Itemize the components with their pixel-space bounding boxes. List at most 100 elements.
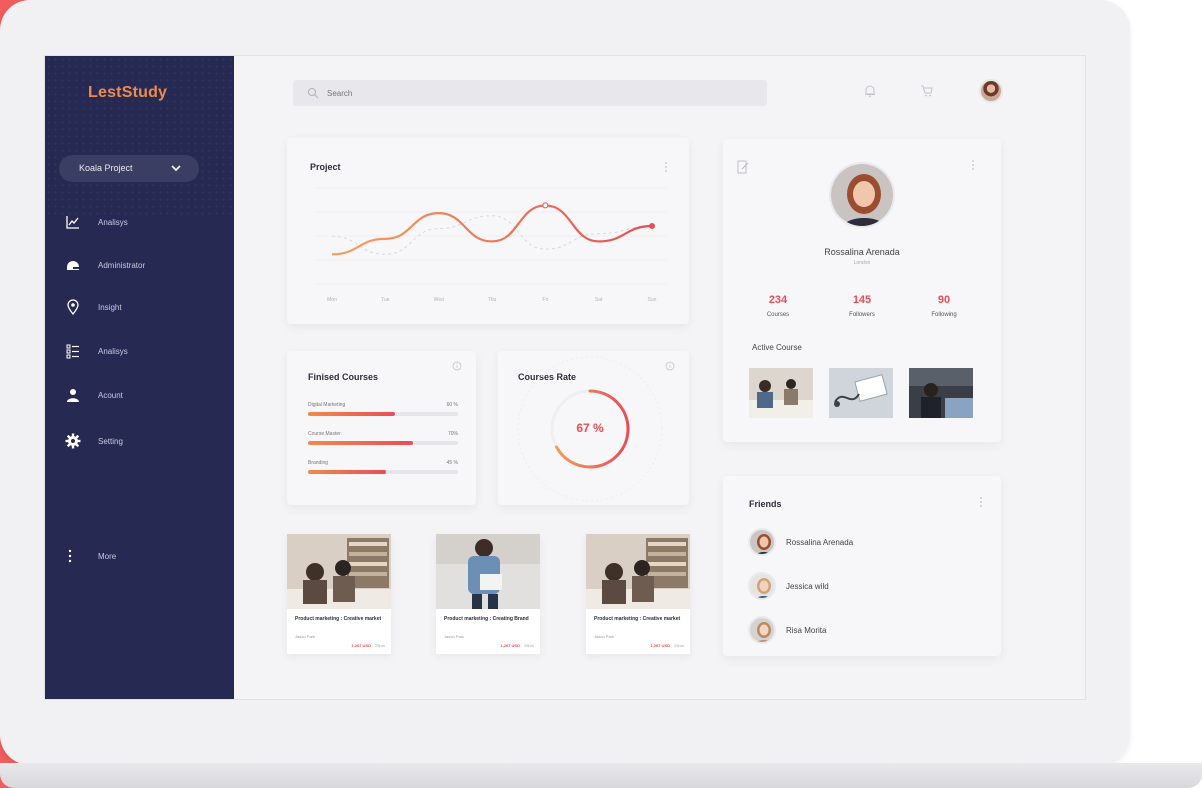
app-logo[interactable]: LestStudy — [88, 84, 167, 102]
sidebar-item-label: Administrator — [98, 261, 146, 270]
courses-rate-value: 67 % — [576, 421, 604, 435]
course-price: 1,267 USD — [650, 643, 670, 648]
progress-track — [308, 470, 458, 474]
sidebar-item-setting[interactable]: Setting — [65, 433, 215, 453]
active-course-title: Active Course — [752, 343, 802, 352]
user-avatar[interactable] — [979, 79, 1003, 103]
stat-courses: 234 Courses — [743, 294, 813, 318]
active-course-thumbnail[interactable] — [749, 368, 813, 418]
project-line-chart: Mon Tue Wed Thu Fri Sat Sun — [315, 187, 667, 303]
chart-line-icon — [66, 216, 79, 229]
progress-label: Course Master — [308, 431, 341, 437]
chart-series-line-1 — [331, 215, 653, 255]
active-course-thumbnail[interactable] — [909, 368, 973, 418]
sidebar: LestStudy Koala Project Analisys Adminis… — [45, 56, 234, 699]
stat-label: Following — [931, 312, 957, 318]
sidebar-item-analisys[interactable]: Analisys — [65, 214, 215, 234]
course-tile[interactable]: Product marketing : Creating Brand Jason… — [436, 534, 540, 654]
sidebar-item-label: Acount — [98, 391, 123, 400]
sidebar-item-label: Analisys — [98, 347, 128, 356]
course-duration: 25hrs — [673, 643, 684, 648]
friends-card: Friends Rossalina Arenada Jessica wild R… — [723, 476, 1001, 656]
info-icon[interactable] — [452, 361, 462, 371]
course-author: Jason Park — [295, 634, 316, 639]
active-course-thumbnail[interactable] — [829, 368, 893, 418]
x-tick-label: Mon — [327, 297, 337, 303]
progress-fill — [308, 470, 386, 474]
course-thumbnail — [287, 534, 391, 609]
sidebar-item-analisys-list[interactable]: Analisys — [65, 343, 215, 363]
location-pin-icon — [67, 299, 79, 315]
sidebar-item-label: Setting — [98, 437, 123, 446]
bell-icon[interactable] — [863, 84, 877, 98]
course-thumbnail — [436, 534, 540, 609]
search-input[interactable] — [327, 84, 747, 102]
friend-item[interactable]: Rossalina Arenada — [748, 528, 978, 558]
stat-followers: 145 Followers — [827, 294, 897, 318]
profile-photo — [829, 162, 895, 228]
chart-point — [649, 223, 655, 229]
list-checks-icon — [66, 344, 79, 359]
more-vertical-icon[interactable] — [971, 159, 975, 171]
stat-label: Followers — [849, 312, 875, 318]
friend-avatar — [748, 528, 776, 556]
course-duration: 25hrs — [523, 643, 534, 648]
x-tick-label: Tue — [381, 297, 390, 303]
friend-item[interactable]: Risa Morita — [748, 616, 978, 646]
user-icon — [67, 389, 79, 402]
course-title: Product marketing : Creative market — [594, 616, 681, 622]
edit-icon[interactable] — [737, 160, 749, 174]
friends-title: Friends — [749, 499, 782, 509]
progress-track — [308, 441, 458, 445]
stat-number: 234 — [768, 294, 788, 306]
finished-courses-title: Finised Courses — [308, 372, 379, 382]
progress-fill — [308, 412, 395, 416]
course-price: 1,267 USD — [351, 643, 371, 648]
x-tick-label: Fri — [542, 297, 548, 303]
vertical-dots-icon — [68, 549, 72, 563]
project-select-label: Koala Project — [79, 163, 133, 173]
sidebar-item-more[interactable]: More — [65, 548, 215, 568]
profile-name: Rossalina Arenada — [824, 247, 900, 257]
course-title: Product marketing : Creating Brand — [444, 616, 529, 622]
course-tile[interactable]: Product marketing : Creative market Jaso… — [287, 534, 391, 654]
finished-courses-card: Finised Courses Digital Marketing 60 % C… — [287, 351, 476, 505]
course-author: Jason Park — [444, 634, 465, 639]
app-screen: LestStudy Koala Project Analisys Adminis… — [44, 55, 1086, 700]
chart-point — [542, 202, 549, 209]
x-tick-label: Wed — [434, 297, 444, 303]
friend-item[interactable]: Jessica wild — [748, 572, 978, 602]
project-select[interactable]: Koala Project — [59, 155, 199, 182]
x-tick-label: Sat — [595, 297, 603, 303]
sidebar-item-acount[interactable]: Acount — [65, 387, 215, 407]
sidebar-item-insight[interactable]: Insight — [65, 299, 215, 319]
sidebar-item-label: Analisys — [98, 218, 128, 227]
search-icon — [307, 87, 319, 99]
course-duration: 25hrs — [374, 643, 385, 648]
friend-name: Jessica wild — [786, 582, 829, 591]
search-bar[interactable] — [293, 80, 767, 106]
more-vertical-icon[interactable] — [979, 496, 983, 508]
friend-avatar — [748, 616, 776, 644]
laptop-base — [0, 763, 1202, 788]
stat-number: 90 — [937, 294, 951, 306]
progress-percent: 45 % — [446, 460, 458, 466]
cart-icon[interactable] — [920, 84, 934, 98]
friend-avatar — [748, 572, 776, 600]
course-thumbnail — [586, 534, 690, 609]
courses-rate-card: Courses Rate 67 % — [498, 351, 689, 505]
course-author: Jason Park — [594, 634, 615, 639]
helmet-icon — [67, 261, 79, 270]
sidebar-item-administrator[interactable]: Administrator — [65, 257, 215, 277]
progress-label: Digital Marketing — [308, 402, 346, 408]
sidebar-item-label: More — [98, 552, 117, 561]
profile-location: London — [853, 260, 871, 266]
course-tile[interactable]: Product marketing : Creative market Jaso… — [586, 534, 690, 654]
gear-icon — [65, 433, 81, 449]
main-content: Project MonTueWedThuFriSatSun Finised Co… — [234, 56, 1085, 699]
progress-label: Branding — [308, 460, 329, 466]
progress-fill — [308, 441, 413, 445]
stat-following: 90 Following — [909, 294, 979, 318]
x-tick-label: Sun — [648, 297, 657, 303]
progress-percent: 60 % — [446, 402, 458, 408]
